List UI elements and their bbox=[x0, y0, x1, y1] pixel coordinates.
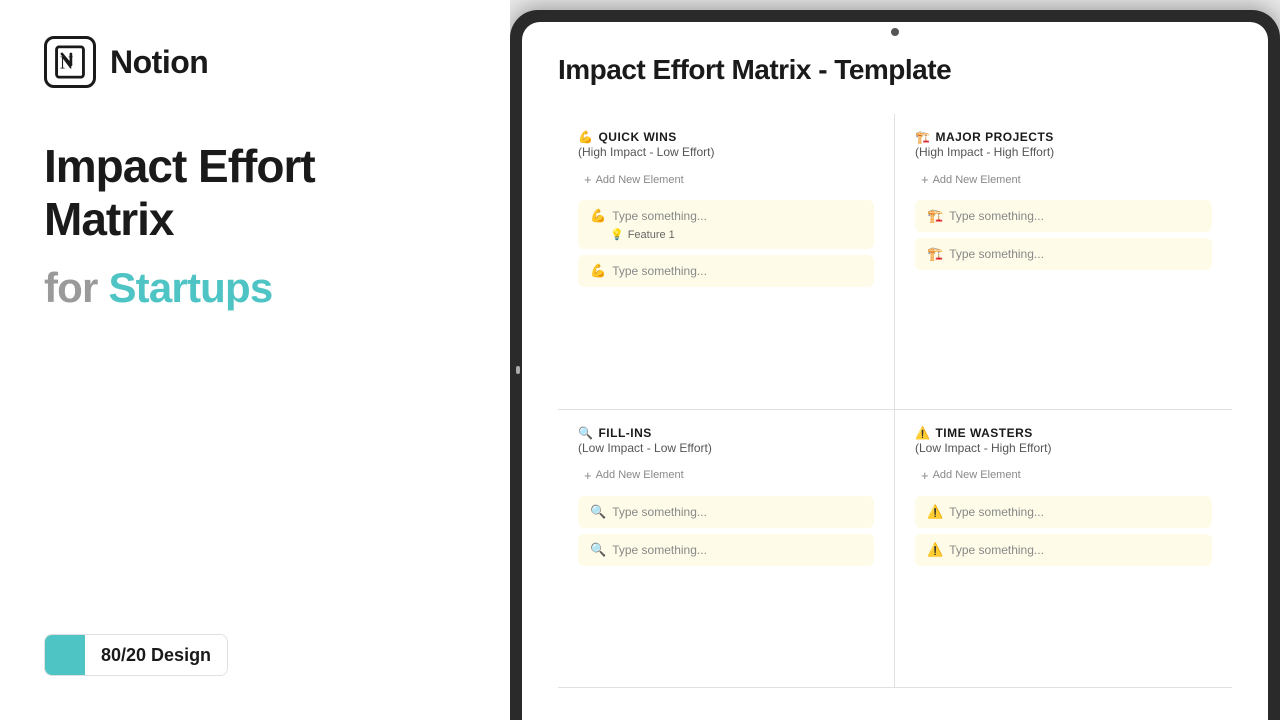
tablet-mockup: Impact Effort Matrix - Template 💪 QUICK … bbox=[510, 10, 1280, 720]
fill-ins-card-2[interactable]: 🔍 Type something... bbox=[578, 534, 874, 566]
svg-text:N: N bbox=[60, 52, 73, 72]
major-projects-card-1[interactable]: 🏗️ Type something... bbox=[915, 200, 1212, 232]
card-icon: 🔍 bbox=[590, 542, 606, 558]
bottom-badge: 80/20 Design bbox=[44, 634, 228, 676]
quick-wins-emoji: 💪 bbox=[578, 130, 593, 144]
add-plus-icon: + bbox=[921, 172, 929, 187]
card-icon: 🔍 bbox=[590, 504, 606, 520]
quadrant-subtitle-time-wasters: (Low Impact - High Effort) bbox=[915, 441, 1212, 455]
major-projects-card-2[interactable]: 🏗️ Type something... bbox=[915, 238, 1212, 270]
quick-wins-card-1[interactable]: 💪 Type something... 💡 Feature 1 bbox=[578, 200, 874, 249]
quadrant-header-fill-ins: 🔍 FILL-INS (Low Impact - Low Effort) bbox=[578, 426, 874, 455]
card-icon: ⚠️ bbox=[927, 542, 943, 558]
card-icon: ⚠️ bbox=[927, 504, 943, 520]
add-plus-icon: + bbox=[921, 468, 929, 483]
brand-name: Notion bbox=[110, 44, 208, 81]
right-panel: Impact Effort Matrix - Template 💪 QUICK … bbox=[510, 0, 1280, 720]
card-icon: 🏗️ bbox=[927, 246, 943, 262]
page-title: Impact Effort Matrix - Template bbox=[558, 54, 1232, 86]
quadrant-subtitle-quick-wins: (High Impact - Low Effort) bbox=[578, 145, 874, 159]
quadrant-header-major-projects: 🏗️ MAJOR PROJECTS (High Impact - High Ef… bbox=[915, 130, 1212, 159]
add-plus-icon: + bbox=[584, 468, 592, 483]
tablet-camera bbox=[891, 28, 899, 36]
scroll-indicator bbox=[516, 366, 520, 374]
card-icon: 💪 bbox=[590, 263, 606, 279]
quadrant-quick-wins: 💪 QUICK WINS (High Impact - Low Effort) … bbox=[558, 114, 895, 410]
main-title: Impact Effort Matrix bbox=[44, 140, 466, 246]
quadrant-subtitle-fill-ins: (Low Impact - Low Effort) bbox=[578, 441, 874, 455]
add-new-major-projects[interactable]: + Add New Element bbox=[915, 169, 1212, 190]
notion-content: Impact Effort Matrix - Template 💪 QUICK … bbox=[522, 22, 1268, 720]
tablet-screen: Impact Effort Matrix - Template 💪 QUICK … bbox=[522, 22, 1268, 720]
add-new-fill-ins[interactable]: + Add New Element bbox=[578, 465, 874, 486]
fill-ins-card-1[interactable]: 🔍 Type something... bbox=[578, 496, 874, 528]
add-plus-icon: + bbox=[584, 172, 592, 187]
add-new-time-wasters[interactable]: + Add New Element bbox=[915, 465, 1212, 486]
major-projects-emoji: 🏗️ bbox=[915, 130, 930, 144]
quadrant-time-wasters: ⚠️ TIME WASTERS (Low Impact - High Effor… bbox=[895, 410, 1232, 689]
add-new-quick-wins[interactable]: + Add New Element bbox=[578, 169, 874, 190]
quadrant-header-quick-wins: 💪 QUICK WINS (High Impact - Low Effort) bbox=[578, 130, 874, 159]
time-wasters-card-2[interactable]: ⚠️ Type something... bbox=[915, 534, 1212, 566]
time-wasters-card-1[interactable]: ⚠️ Type something... bbox=[915, 496, 1212, 528]
left-panel: N Notion Impact Effort Matrix for Startu… bbox=[0, 0, 510, 720]
matrix-grid: 💪 QUICK WINS (High Impact - Low Effort) … bbox=[558, 114, 1232, 688]
quadrant-title-fill-ins: 🔍 FILL-INS bbox=[578, 426, 874, 440]
badge-color-swatch bbox=[45, 635, 85, 675]
notion-icon: N bbox=[44, 36, 96, 88]
quadrant-subtitle-major-projects: (High Impact - High Effort) bbox=[915, 145, 1212, 159]
quadrant-fill-ins: 🔍 FILL-INS (Low Impact - Low Effort) + A… bbox=[558, 410, 895, 689]
logo-area: N Notion bbox=[44, 36, 466, 88]
time-wasters-emoji: ⚠️ bbox=[915, 426, 930, 440]
card-icon: 💪 bbox=[590, 208, 606, 224]
quadrant-title-time-wasters: ⚠️ TIME WASTERS bbox=[915, 426, 1212, 440]
subtitle: for Startups bbox=[44, 264, 466, 312]
card-icon: 🏗️ bbox=[927, 208, 943, 224]
badge-label: 80/20 Design bbox=[85, 635, 227, 675]
quick-wins-card-2[interactable]: 💪 Type something... bbox=[578, 255, 874, 287]
quadrant-title-major-projects: 🏗️ MAJOR PROJECTS bbox=[915, 130, 1212, 144]
quadrant-major-projects: 🏗️ MAJOR PROJECTS (High Impact - High Ef… bbox=[895, 114, 1232, 410]
quadrant-title-quick-wins: 💪 QUICK WINS bbox=[578, 130, 874, 144]
card-sub-item: 💡 Feature 1 bbox=[590, 228, 862, 241]
fill-ins-emoji: 🔍 bbox=[578, 426, 593, 440]
quadrant-header-time-wasters: ⚠️ TIME WASTERS (Low Impact - High Effor… bbox=[915, 426, 1212, 455]
